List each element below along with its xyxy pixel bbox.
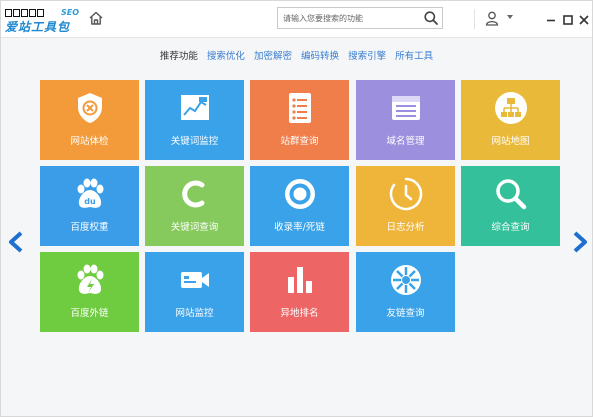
tile-remote-ranking[interactable]: 异地排名 bbox=[250, 252, 349, 332]
next-page-button[interactable] bbox=[571, 231, 589, 253]
tile-label: 百度权重 bbox=[70, 222, 109, 233]
tile-label: 网站地图 bbox=[491, 136, 530, 147]
logo-tag: SEO bbox=[61, 8, 80, 17]
search-button[interactable] bbox=[423, 10, 439, 26]
tile-label: 站群查询 bbox=[280, 136, 319, 147]
ring-icon bbox=[285, 179, 315, 209]
title-bar: SEO 爱站工具包 bbox=[1, 1, 592, 38]
close-icon bbox=[579, 15, 589, 25]
tile-keyword-query[interactable]: 关键词查询 bbox=[145, 166, 244, 246]
maximize-icon bbox=[563, 15, 573, 25]
close-button[interactable] bbox=[578, 11, 590, 25]
tile-label: 友链查询 bbox=[386, 308, 425, 319]
tile-index-rate[interactable]: 收录率/死链 bbox=[250, 166, 349, 246]
keyword-query-icon bbox=[182, 180, 205, 208]
minimize-icon bbox=[547, 19, 555, 22]
tile-label: 网站体检 bbox=[70, 136, 109, 147]
tile-domain-manage[interactable]: 域名管理 bbox=[356, 80, 455, 160]
tile-label: 日志分析 bbox=[386, 222, 425, 233]
wheel-icon bbox=[391, 265, 421, 295]
chevron-right-icon bbox=[573, 231, 587, 253]
svg-text:du: du bbox=[84, 197, 96, 206]
tile-label: 关键词查询 bbox=[170, 222, 219, 233]
sitemap-icon bbox=[495, 92, 527, 124]
tile-site-group[interactable]: 站群查询 bbox=[250, 80, 349, 160]
tile-label: 域名管理 bbox=[386, 136, 425, 147]
baidu-paw-icon: du bbox=[77, 178, 104, 208]
user-icon bbox=[485, 11, 499, 26]
tile-site-checkup[interactable]: 网站体检 bbox=[40, 80, 139, 160]
user-button[interactable] bbox=[484, 10, 500, 26]
minimize-button[interactable] bbox=[545, 11, 557, 23]
nav-item-search-optimization[interactable]: 搜索优化 bbox=[207, 51, 245, 62]
tile-label: 收录率/死链 bbox=[274, 222, 325, 233]
tile-label: 异地排名 bbox=[280, 308, 319, 319]
tile-comprehensive-query[interactable]: 综合查询 bbox=[461, 166, 560, 246]
keyword-monitor-icon bbox=[181, 95, 209, 120]
camera-icon bbox=[181, 272, 209, 288]
nav-item-search-engine[interactable]: 搜索引擎 bbox=[348, 51, 386, 62]
search-icon bbox=[424, 11, 438, 25]
tile-baidu-backlinks[interactable]: 百度外链 bbox=[40, 252, 139, 332]
user-dropdown-icon[interactable] bbox=[507, 15, 513, 19]
search-input[interactable] bbox=[283, 11, 421, 25]
tile-label: 综合查询 bbox=[491, 222, 530, 233]
tile-label: 百度外链 bbox=[70, 308, 109, 319]
nav-item-encoding[interactable]: 编码转换 bbox=[301, 51, 339, 62]
nav-item-recommended[interactable]: 推荐功能 bbox=[160, 51, 198, 62]
magnifier-icon bbox=[496, 179, 527, 210]
category-nav: 推荐功能 搜索优化 加密解密 编码转换 搜索引擎 所有工具 bbox=[1, 50, 592, 64]
search-box bbox=[277, 7, 443, 29]
logo-squares bbox=[5, 9, 44, 17]
home-button[interactable] bbox=[87, 9, 105, 27]
domain-manage-icon bbox=[392, 96, 420, 120]
tile-label: 网站监控 bbox=[175, 308, 214, 319]
logo-text: 爱站工具包 bbox=[5, 20, 71, 34]
toolbar-divider bbox=[474, 9, 475, 29]
baidu-paw-bolt-icon bbox=[77, 264, 104, 294]
site-checkup-icon bbox=[78, 93, 102, 123]
maximize-button[interactable] bbox=[562, 11, 574, 25]
nav-item-all-tools[interactable]: 所有工具 bbox=[395, 51, 433, 62]
site-group-list-icon bbox=[289, 93, 311, 123]
tile-sitemap[interactable]: 网站地图 bbox=[461, 80, 560, 160]
clock-icon bbox=[389, 177, 423, 211]
bar-chart-icon bbox=[288, 267, 312, 293]
tile-baidu-weight[interactable]: du 百度权重 bbox=[40, 166, 139, 246]
prev-page-button[interactable] bbox=[7, 231, 25, 253]
tile-log-analysis[interactable]: 日志分析 bbox=[356, 166, 455, 246]
tile-label: 关键词监控 bbox=[170, 136, 219, 147]
app-logo: SEO 爱站工具包 bbox=[5, 8, 80, 34]
home-icon bbox=[89, 11, 103, 25]
tile-site-monitor[interactable]: 网站监控 bbox=[145, 252, 244, 332]
tile-friend-links[interactable]: 友链查询 bbox=[356, 252, 455, 332]
nav-item-encryption[interactable]: 加密解密 bbox=[254, 51, 292, 62]
chevron-left-icon bbox=[9, 231, 23, 253]
tile-keyword-monitor[interactable]: 关键词监控 bbox=[145, 80, 244, 160]
